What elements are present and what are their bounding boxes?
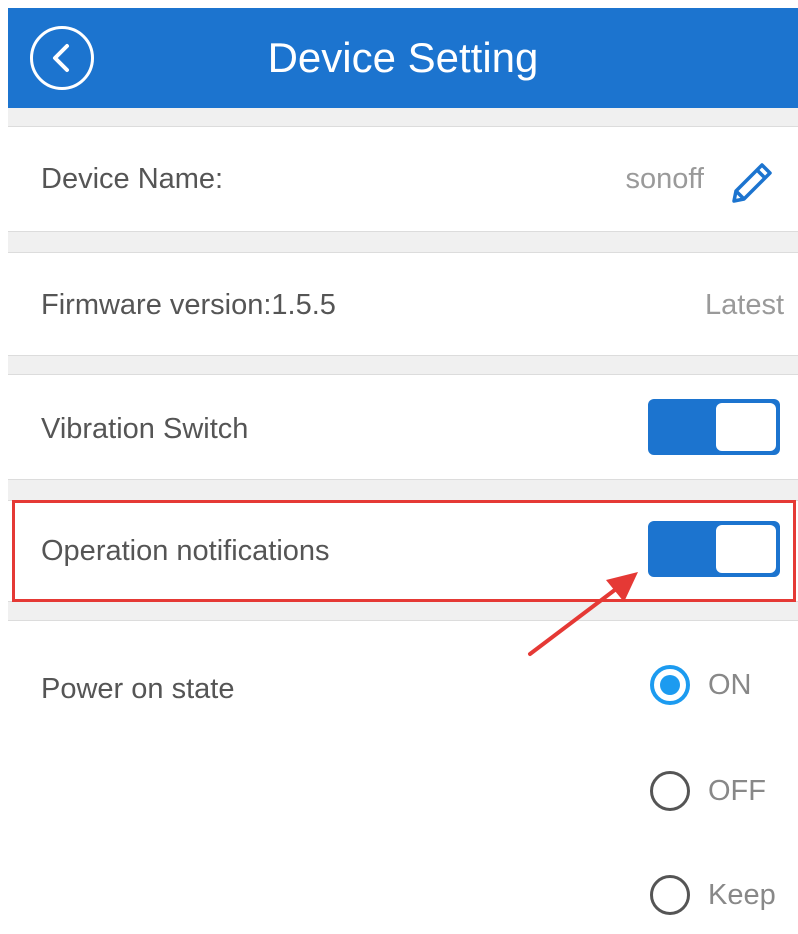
firmware-version-label: Firmware version:1.5.5 bbox=[41, 289, 336, 321]
device-name-row: Device Name: sonoff bbox=[8, 126, 798, 232]
toggle-knob bbox=[716, 525, 776, 573]
power-on-state-label: Power on state bbox=[41, 673, 235, 705]
toggle-knob bbox=[716, 403, 776, 451]
radio-option-label: OFF bbox=[708, 774, 766, 807]
header-bar: Device Setting bbox=[8, 8, 798, 108]
radio-option-keep[interactable]: Keep bbox=[650, 875, 776, 915]
radio-option-off[interactable]: OFF bbox=[650, 771, 766, 811]
firmware-status: Latest bbox=[705, 289, 784, 321]
device-name-label: Device Name: bbox=[41, 163, 224, 195]
operation-notifications-toggle[interactable] bbox=[648, 521, 780, 577]
firmware-row: Firmware version:1.5.5 Latest bbox=[8, 252, 798, 356]
radio-option-label: ON bbox=[708, 668, 752, 701]
edit-name-button[interactable] bbox=[726, 157, 778, 209]
page-title: Device Setting bbox=[267, 34, 539, 81]
radio-unselected-icon bbox=[650, 771, 690, 811]
operation-notifications-label: Operation notifications bbox=[41, 535, 330, 567]
radio-option-on[interactable]: ON bbox=[650, 665, 752, 705]
back-button[interactable] bbox=[30, 26, 94, 90]
vibration-switch-row: Vibration Switch bbox=[8, 374, 798, 480]
radio-selected-icon bbox=[650, 665, 690, 705]
chevron-left-icon bbox=[53, 44, 69, 72]
vibration-switch-toggle[interactable] bbox=[648, 399, 780, 455]
operation-notifications-row: Operation notifications bbox=[8, 500, 798, 602]
vibration-switch-label: Vibration Switch bbox=[41, 413, 249, 445]
radio-unselected-icon bbox=[650, 875, 690, 915]
radio-option-label: Keep bbox=[708, 878, 776, 911]
device-name-value: sonoff bbox=[625, 163, 704, 195]
device-setting-screen: Device Setting Device Name: sonoff Firmw… bbox=[8, 8, 798, 934]
pencil-icon bbox=[732, 163, 772, 203]
power-on-state-section: Power on state ON OFF Keep bbox=[8, 620, 798, 934]
